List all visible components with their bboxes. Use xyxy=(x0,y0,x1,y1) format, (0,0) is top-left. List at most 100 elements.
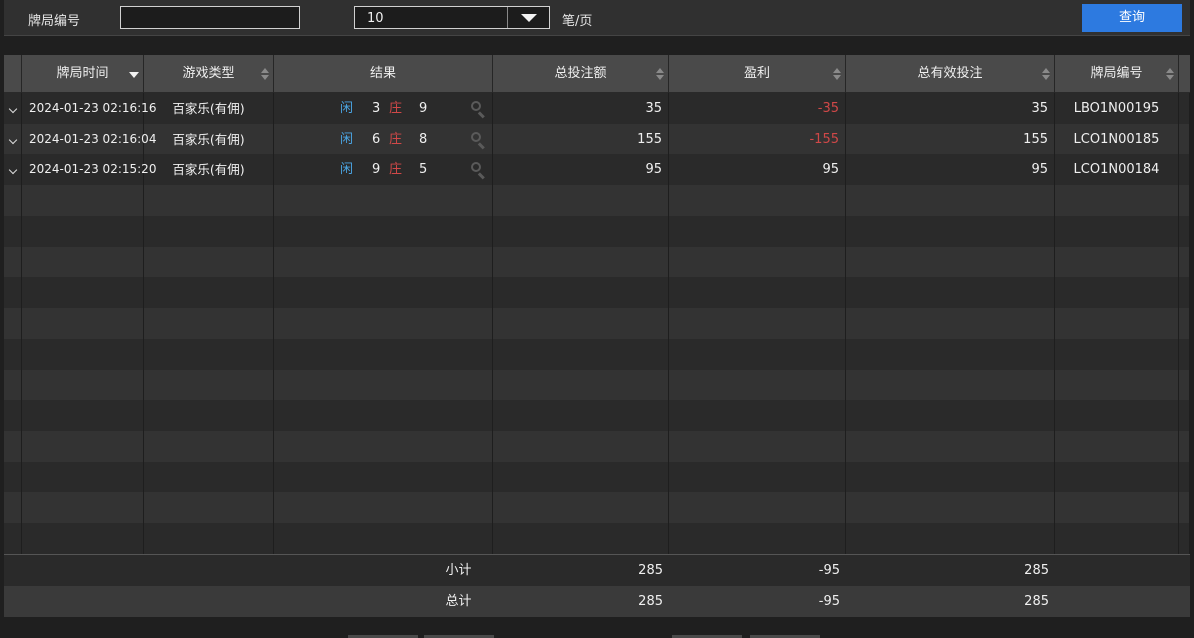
result-cell: 闲 3庄 9 xyxy=(274,93,493,124)
row-expand-cell xyxy=(4,185,22,216)
sort-desc-icon[interactable] xyxy=(129,72,139,78)
total-bet-cell xyxy=(493,185,669,216)
subtotal-row: 小计 285 -95 285 xyxy=(4,555,1190,586)
row-expand-cell xyxy=(4,400,22,431)
header-profit[interactable]: 盈利 xyxy=(669,55,846,93)
chevron-down-icon[interactable] xyxy=(8,135,17,145)
page-size-select[interactable]: 10 xyxy=(354,6,550,29)
result-cell: 闲 6庄 8 xyxy=(274,124,493,155)
time-cell xyxy=(22,339,144,370)
header-valid-bet[interactable]: 总有效投注 xyxy=(846,55,1055,93)
result-cell: 闲 9庄 5 xyxy=(274,154,493,185)
total-bet-cell: 95 xyxy=(493,154,669,185)
grid-body: 2024-01-23 02:16:16 百家乐(有佣) 闲 3 庄 9 35 -35 35 LBO… xyxy=(4,93,1190,554)
valid-bet-cell: 155 xyxy=(846,124,1055,155)
empty-row xyxy=(4,277,1190,308)
header-game-type[interactable]: 游戏类型 xyxy=(144,55,274,93)
subtotal-label: 小计 xyxy=(445,563,472,578)
game-id-cell xyxy=(1055,431,1179,462)
profit-cell xyxy=(669,523,846,554)
row-expand-cell xyxy=(4,492,22,523)
time-cell: 2024-01-23 02:16:16 xyxy=(22,93,156,124)
valid-bet-cell xyxy=(846,216,1055,247)
game-id-input[interactable] xyxy=(120,6,300,29)
sort-icon[interactable] xyxy=(656,68,664,80)
game-id-cell xyxy=(1055,492,1179,523)
table-row[interactable]: 2024-01-23 02:15:20 百家乐(有佣) 闲 9 庄 5 95 95 95 LCO1… xyxy=(4,154,1190,185)
row-expand-cell[interactable] xyxy=(4,154,22,185)
valid-bet-cell xyxy=(846,247,1055,278)
header-game-id[interactable]: 牌局编号 xyxy=(1055,55,1179,93)
header-time[interactable]: 牌局时间 xyxy=(22,55,144,93)
banker-value: 8 xyxy=(419,132,428,147)
game-id-cell xyxy=(1055,523,1179,554)
header-expand-col xyxy=(4,55,22,93)
valid-bet-cell: 35 xyxy=(846,93,1055,124)
game-id-cell xyxy=(1055,462,1179,493)
sort-icon[interactable] xyxy=(261,68,269,80)
game-id-cell xyxy=(1055,370,1179,401)
result-cell xyxy=(274,185,493,216)
banker-value: 9 xyxy=(419,101,428,116)
table-row[interactable]: 2024-01-23 02:16:16 百家乐(有佣) 闲 3 庄 9 35 -35 35 LBO… xyxy=(4,93,1190,124)
valid-bet-cell: 95 xyxy=(846,154,1055,185)
time-cell: 2024-01-23 02:15:20 xyxy=(22,154,156,185)
empty-row xyxy=(4,216,1190,247)
time-cell xyxy=(22,247,144,278)
scroll-gutter-cell xyxy=(1179,431,1190,462)
grid-header: 牌局时间 游戏类型 结果 总投注额 盈利 总有效投注 牌局编号 xyxy=(4,55,1190,93)
total-bet-cell xyxy=(493,370,669,401)
result-cell xyxy=(274,247,493,278)
chevron-down-icon[interactable] xyxy=(8,104,17,114)
game-id-cell xyxy=(1055,339,1179,370)
row-expand-cell[interactable] xyxy=(4,93,22,124)
profit-cell xyxy=(669,308,846,339)
search-icon[interactable] xyxy=(471,132,487,150)
search-icon[interactable] xyxy=(471,162,487,180)
profit-cell xyxy=(669,492,846,523)
page-size-value: 10 xyxy=(367,11,384,26)
time-cell: 2024-01-23 02:16:04 xyxy=(22,124,156,155)
banker-label: 庄 xyxy=(389,162,403,177)
time-cell xyxy=(22,277,144,308)
total-bet-cell xyxy=(493,308,669,339)
scroll-gutter-cell xyxy=(1179,308,1190,339)
empty-row xyxy=(4,370,1190,401)
table-row[interactable]: 2024-01-23 02:16:04 百家乐(有佣) 闲 6 庄 8 155 -155 155… xyxy=(4,124,1190,155)
valid-bet-cell xyxy=(846,492,1055,523)
empty-row xyxy=(4,400,1190,431)
profit-cell: -35 xyxy=(669,93,846,124)
sort-icon[interactable] xyxy=(1042,68,1050,80)
row-expand-cell[interactable] xyxy=(4,124,22,155)
header-profit-label: 盈利 xyxy=(743,66,770,81)
header-total-bet-label: 总投注额 xyxy=(554,66,607,81)
sort-icon[interactable] xyxy=(1166,68,1174,80)
time-cell xyxy=(22,492,144,523)
query-button[interactable]: 查询 xyxy=(1082,4,1182,32)
player-label: 闲 xyxy=(340,162,354,177)
scroll-gutter-cell xyxy=(1179,124,1190,155)
scroll-gutter-cell xyxy=(1179,185,1190,216)
bet-history-grid: 牌局时间 游戏类型 结果 总投注额 盈利 总有效投注 牌局编号 2024-01-… xyxy=(4,55,1190,617)
game-type-cell xyxy=(144,400,274,431)
header-valid-bet-label: 总有效投注 xyxy=(917,66,983,81)
sort-icon[interactable] xyxy=(833,68,841,80)
game-type-cell xyxy=(144,185,274,216)
row-expand-cell xyxy=(4,277,22,308)
profit-cell xyxy=(669,400,846,431)
game-id-cell: LCO1N00184 xyxy=(1055,154,1179,185)
total-bet-cell xyxy=(493,339,669,370)
search-icon[interactable] xyxy=(471,101,487,119)
result-cell xyxy=(274,492,493,523)
game-id-cell: LBO1N00195 xyxy=(1055,93,1179,124)
chevron-down-icon[interactable] xyxy=(8,165,17,175)
row-expand-cell xyxy=(4,216,22,247)
profit-cell xyxy=(669,216,846,247)
game-id-cell xyxy=(1055,185,1179,216)
game-type-cell xyxy=(144,308,274,339)
time-cell xyxy=(22,216,144,247)
time-cell xyxy=(22,462,144,493)
result-cell xyxy=(274,431,493,462)
header-total-bet[interactable]: 总投注额 xyxy=(493,55,669,93)
page-size-dropdown-button[interactable] xyxy=(507,7,549,28)
